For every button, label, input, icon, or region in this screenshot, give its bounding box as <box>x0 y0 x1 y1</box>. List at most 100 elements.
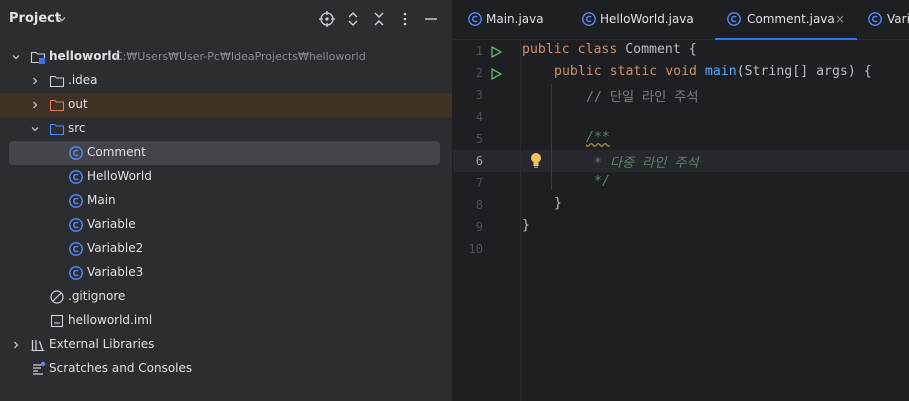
code-line-8: } <box>554 196 562 211</box>
tree-item-label: Variable3 <box>87 265 144 279</box>
chevron-down-icon[interactable] <box>56 13 68 25</box>
code-line-1: public class Comment { <box>522 42 697 57</box>
keyword: class <box>577 42 618 57</box>
code-line-7: */ <box>594 174 610 189</box>
tree-item-label: Variable2 <box>87 241 144 255</box>
tree-item-label: src <box>68 121 86 135</box>
line-number: 1 <box>475 44 483 58</box>
tree-item-comment[interactable]: Comment <box>9 141 440 165</box>
tab-helloworld-java[interactable]: HelloWorld.java <box>565 0 715 40</box>
tab-label: Main.java <box>486 12 544 26</box>
project-title[interactable]: Project <box>9 11 61 26</box>
scratches-icon <box>33 361 46 375</box>
tree-item-out[interactable]: out <box>0 93 452 117</box>
close-icon[interactable]: × <box>835 12 845 26</box>
tab-label: Comment.java <box>747 12 835 26</box>
tree-item-variable3[interactable]: Variable3 <box>0 261 452 285</box>
code-text: Comment { <box>617 42 697 57</box>
java-class-icon <box>582 12 596 26</box>
expand-all-icon[interactable] <box>344 10 362 28</box>
chevron-down-icon[interactable] <box>29 123 41 135</box>
tree-item-variable[interactable]: Variable <box>0 213 452 237</box>
keyword: void <box>665 64 697 79</box>
tree-item-label: Scratches and Consoles <box>49 361 193 375</box>
library-icon <box>31 340 45 352</box>
code-line-6: * 다중 라인 주석 <box>594 156 699 171</box>
code-line-5: /** <box>586 130 610 145</box>
java-class-icon <box>69 170 83 184</box>
tree-item-src[interactable]: src <box>0 117 452 141</box>
java-class-icon <box>727 12 741 26</box>
more-icon[interactable] <box>396 10 414 28</box>
tab-main-java[interactable]: Main.java <box>453 0 565 40</box>
keyword: public <box>554 64 602 79</box>
editor-tabs: Main.java HelloWorld.java Comment.java ×… <box>453 0 909 40</box>
keyword: static <box>609 64 658 79</box>
tree-item-label: Main <box>87 193 116 207</box>
chevron-down-icon[interactable] <box>10 51 22 63</box>
module-folder-icon <box>30 51 46 64</box>
code-editor[interactable]: Main.java HelloWorld.java Comment.java ×… <box>453 0 909 401</box>
folder-icon <box>49 75 65 88</box>
tree-item-label: .gitignore <box>68 289 126 303</box>
tree-item-scratches[interactable]: Scratches and Consoles <box>0 357 452 381</box>
project-panel: Project helloworld C:₩Users₩User-Pc₩Idea… <box>0 0 452 401</box>
tab-variable-java[interactable]: Vari <box>857 0 909 40</box>
tree-item-idea[interactable]: .idea <box>0 69 452 93</box>
line-number: 2 <box>475 66 483 80</box>
java-class-icon <box>69 194 83 208</box>
method-name: main <box>704 64 737 79</box>
lightbulb-icon[interactable] <box>529 152 543 169</box>
source-folder-icon <box>49 123 65 136</box>
java-class-icon <box>69 218 83 232</box>
tree-item-label: helloworld <box>49 49 121 63</box>
code-line-9: } <box>522 218 530 233</box>
run-icon[interactable] <box>489 67 503 81</box>
tree-item-helloworld-class[interactable]: HelloWorld <box>0 165 452 189</box>
collapse-all-icon[interactable] <box>370 10 388 28</box>
java-class-icon <box>69 242 83 256</box>
line-number: 8 <box>475 198 483 212</box>
line-number: 9 <box>475 220 483 234</box>
code-line-3: // 단일 라인 주석 <box>586 90 699 105</box>
ignored-file-icon <box>50 290 64 304</box>
crosshair-icon[interactable] <box>318 10 336 28</box>
line-number: 3 <box>475 88 483 102</box>
module-file-icon <box>50 314 64 328</box>
java-class-icon <box>868 12 882 26</box>
tree-item-label: Comment <box>87 145 146 159</box>
keyword: public <box>522 42 570 57</box>
tree-item-variable2[interactable]: Variable2 <box>0 237 452 261</box>
tree-item-helloworld[interactable]: helloworld C:₩Users₩User-Pc₩IdeaProjects… <box>0 45 452 69</box>
indent-guide <box>551 84 552 190</box>
tree-item-label: helloworld.iml <box>68 313 153 327</box>
tree-item-label: External Libraries <box>49 337 155 351</box>
tree-item-external-libraries[interactable]: External Libraries <box>0 333 452 357</box>
tree-item-gitignore[interactable]: .gitignore <box>0 285 452 309</box>
excluded-folder-icon <box>49 99 65 112</box>
tree-item-label: Variable <box>87 217 136 231</box>
tree-item-label: .idea <box>68 73 98 87</box>
line-number: 4 <box>475 110 483 124</box>
gutter-separator <box>520 40 521 401</box>
chevron-right-icon[interactable] <box>29 75 41 87</box>
chevron-right-icon[interactable] <box>29 99 41 111</box>
tree-item-iml[interactable]: helloworld.iml <box>0 309 452 333</box>
chevron-right-icon[interactable] <box>10 339 22 351</box>
line-number: 7 <box>475 176 483 190</box>
project-path: C:₩Users₩User-Pc₩IdeaProjects₩helloworld <box>115 50 366 63</box>
tree-item-main[interactable]: Main <box>0 189 452 213</box>
run-icon[interactable] <box>489 45 503 59</box>
java-class-icon <box>468 12 482 26</box>
java-class-icon <box>69 146 83 160</box>
tab-label: HelloWorld.java <box>600 12 694 26</box>
line-number-current: 6 <box>475 154 483 168</box>
code-text: (String[] args) { <box>736 64 872 79</box>
line-number: 10 <box>468 242 483 256</box>
line-number: 5 <box>475 132 483 146</box>
project-panel-header: Project <box>0 0 452 40</box>
java-class-icon <box>69 266 83 280</box>
minimize-icon[interactable] <box>422 10 440 28</box>
code-line-2: public static void main(String[] args) { <box>554 64 872 79</box>
tab-comment-java[interactable]: Comment.java × <box>715 0 857 40</box>
